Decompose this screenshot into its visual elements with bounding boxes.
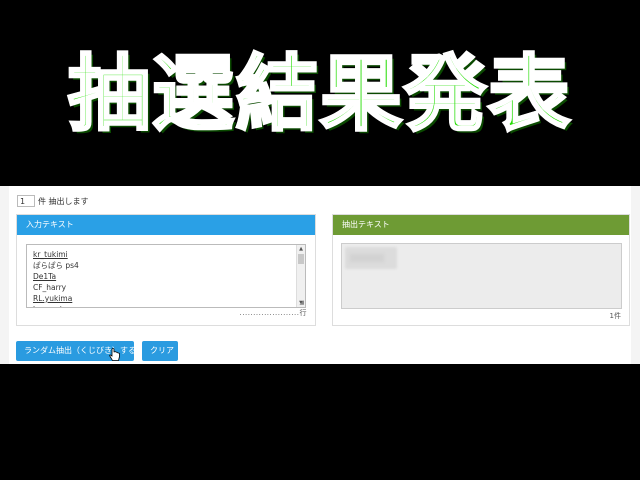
banner-title: 抽選結果発表	[66, 47, 572, 142]
scroll-up-arrow-icon[interactable]: ▲	[297, 245, 305, 253]
result-count: 1件	[609, 312, 621, 320]
input-line: RL.yukima	[33, 294, 73, 303]
input-lines: kr_tukimi ぱらぱら ps4 De1Ta CF_harry RL.yuk…	[27, 245, 305, 307]
input-line: CF_harry	[33, 283, 67, 292]
app-content: 件 抽出します 入力テキスト kr_tukimi ぱらぱら ps4 De1Ta …	[9, 186, 631, 364]
scroll-thumb[interactable]	[298, 254, 304, 264]
input-line: kr_tukimi	[33, 250, 68, 259]
count-label: 件 抽出します	[38, 196, 89, 206]
count-row: 件 抽出します	[17, 195, 89, 207]
blurred-result-text	[350, 254, 384, 262]
input-panel-title: 入力テキスト	[17, 215, 315, 235]
output-panel-title: 抽出テキスト	[333, 215, 629, 235]
app-area: 件 抽出します 入力テキスト kr_tukimi ぱらぱら ps4 De1Ta …	[0, 186, 640, 364]
input-textarea[interactable]: kr_tukimi ぱらぱら ps4 De1Ta CF_harry RL.yuk…	[26, 244, 306, 308]
input-scrollbar[interactable]: ▲ ▼	[296, 245, 305, 307]
input-line: De1Ta	[33, 272, 57, 281]
count-input[interactable]	[17, 195, 35, 207]
clear-button[interactable]: クリア	[142, 341, 178, 361]
hand-cursor-icon	[109, 348, 120, 361]
resize-handle-icon[interactable]: ◢	[299, 300, 304, 306]
title-banner: 抽選結果発表	[0, 0, 640, 186]
input-line: ぱらぱら ps4	[33, 260, 305, 271]
line-count: ......................行	[239, 309, 307, 317]
input-panel: 入力テキスト kr_tukimi ぱらぱら ps4 De1Ta CF_harry…	[16, 214, 316, 326]
output-panel: 抽出テキスト 1件	[332, 214, 630, 326]
input-line-text: ぱらぱら ps4	[33, 261, 79, 270]
output-textarea[interactable]	[341, 243, 622, 309]
